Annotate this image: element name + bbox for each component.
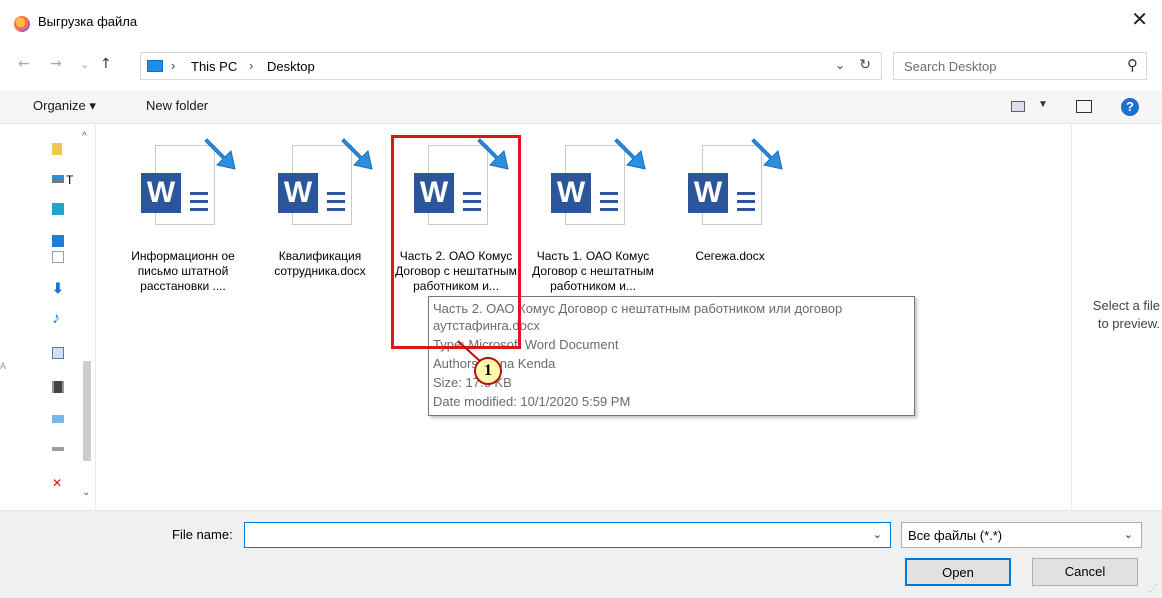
word-document-icon: W xyxy=(676,133,784,249)
file-item[interactable]: W Информационн ое письмо штатной расстан… xyxy=(120,133,246,294)
command-toolbar: Organize ▾ New folder ▼ ? xyxy=(0,90,1162,124)
file-type-value: Все файлы (*.*) xyxy=(908,528,1003,543)
disconnected-drive-icon[interactable]: ✕ xyxy=(52,477,64,489)
forward-icon[interactable]: → xyxy=(50,56,62,72)
word-document-icon: W xyxy=(539,133,647,249)
breadcrumb-desktop[interactable]: Desktop xyxy=(267,59,315,74)
dialog-footer: File name: ⌄ Все файлы (*.*) ⌄ Open Canc… xyxy=(0,510,1162,598)
tooltip-line: Date modified: 10/1/2020 5:59 PM xyxy=(433,394,631,409)
3d-objects-icon[interactable] xyxy=(52,203,64,215)
open-button[interactable]: Open xyxy=(905,558,1011,586)
back-icon[interactable]: ← xyxy=(18,56,30,72)
documents-icon[interactable] xyxy=(52,251,64,263)
preview-pane-icon[interactable] xyxy=(1076,100,1092,113)
file-name: Квалификация сотрудника.docx xyxy=(274,249,366,278)
breadcrumb-separator: › xyxy=(171,58,176,73)
highlight-box xyxy=(391,135,521,349)
close-icon[interactable]: ✕ xyxy=(1131,9,1148,29)
file-item[interactable]: W Сегежа.docx xyxy=(667,133,793,264)
refresh-icon[interactable]: ↻ xyxy=(859,57,871,73)
file-item[interactable]: W Часть 1. ОАО Комус Договор с нештатным… xyxy=(530,133,656,294)
chevron-down-icon[interactable]: ⌄ xyxy=(1124,528,1133,541)
new-folder-button[interactable]: New folder xyxy=(146,98,208,113)
search-input[interactable]: Search Desktop ⚲ xyxy=(893,52,1147,80)
organize-button[interactable]: Organize ▾ xyxy=(33,98,96,114)
file-item[interactable]: W Квалификация сотрудника.docx xyxy=(257,133,383,279)
drive-icon[interactable] xyxy=(52,447,64,451)
breadcrumb-this-pc[interactable]: This PC xyxy=(191,59,237,74)
preview-pane: Select a file to preview. xyxy=(1071,125,1162,510)
videos-icon[interactable] xyxy=(52,381,64,393)
left-edge-fragment: A xyxy=(0,361,7,371)
window-title: Выгрузка файла xyxy=(38,14,138,29)
file-name-dropdown-icon[interactable]: ⌄ xyxy=(873,528,882,541)
this-pc-icon xyxy=(147,60,163,72)
file-name-field[interactable]: ⌄ xyxy=(244,522,891,548)
callout-badge: 1 xyxy=(474,357,502,385)
recent-locations-icon[interactable]: ⌄ xyxy=(80,58,89,71)
firefox-icon xyxy=(14,16,30,32)
desktop-icon[interactable] xyxy=(52,235,64,247)
music-icon[interactable]: ♪ xyxy=(52,311,64,327)
file-list: W Информационн ое письмо штатной расстан… xyxy=(97,125,1070,510)
cancel-button[interactable]: Cancel xyxy=(1032,558,1138,586)
change-view-icon[interactable] xyxy=(1011,101,1025,112)
file-name: Информационн ое письмо штатной расстанов… xyxy=(131,249,235,293)
this-pc-icon[interactable] xyxy=(52,175,64,183)
navigation-pane: A T ⬇ ♪ ✕ ^ ⌄ xyxy=(0,125,96,510)
search-placeholder: Search Desktop xyxy=(904,59,997,74)
view-options-dropdown-icon[interactable]: ▼ xyxy=(1038,99,1048,110)
breadcrumb-separator: › xyxy=(249,58,254,73)
pictures-icon[interactable] xyxy=(52,347,64,359)
search-icon[interactable]: ⚲ xyxy=(1127,56,1138,74)
file-name: Сегежа.docx xyxy=(695,249,765,263)
preview-message: Select a file to preview. xyxy=(1092,298,1160,331)
scroll-up-icon[interactable]: ^ xyxy=(82,131,87,142)
up-icon[interactable]: ↑ xyxy=(100,56,112,72)
title-bar: Выгрузка файла ✕ xyxy=(0,0,1162,44)
folder-icon[interactable] xyxy=(52,143,62,155)
word-document-icon: W xyxy=(129,133,237,249)
address-dropdown-icon[interactable]: ⌄ xyxy=(835,58,845,72)
sidebar-item-label[interactable]: T xyxy=(66,173,73,187)
local-disk-icon[interactable] xyxy=(52,415,64,423)
scrollbar-thumb[interactable] xyxy=(83,361,91,461)
resize-grip-icon[interactable]: ⋰ xyxy=(1149,583,1158,594)
address-bar[interactable]: › This PC › Desktop ⌄ ↻ xyxy=(140,52,882,80)
file-name-label: File name: xyxy=(172,527,233,542)
word-document-icon: W xyxy=(266,133,374,249)
help-icon[interactable]: ? xyxy=(1121,98,1139,116)
file-name: Часть 1. ОАО Комус Договор с нештатным р… xyxy=(532,249,654,293)
navigation-bar: ← → ⌄ ↑ › This PC › Desktop ⌄ ↻ Search D… xyxy=(0,52,1162,80)
scroll-down-icon[interactable]: ⌄ xyxy=(82,487,90,498)
sidebar-scrollbar[interactable]: ^ ⌄ xyxy=(80,131,94,503)
file-type-select[interactable]: Все файлы (*.*) ⌄ xyxy=(901,522,1142,548)
downloads-icon[interactable]: ⬇ xyxy=(52,281,64,295)
